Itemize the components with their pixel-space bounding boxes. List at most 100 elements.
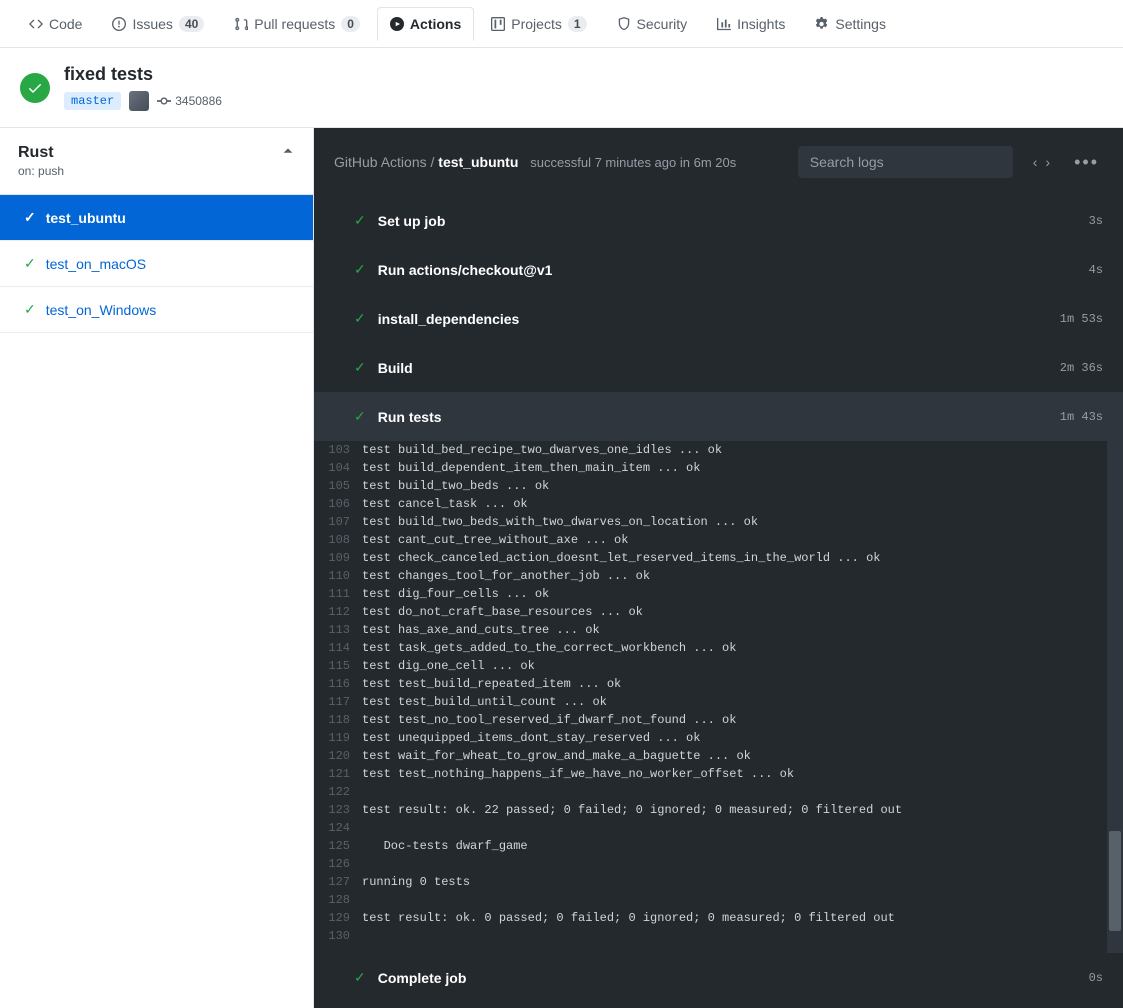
line-text — [362, 819, 1123, 837]
line-text: test result: ok. 22 passed; 0 failed; 0 … — [362, 801, 1123, 819]
play-icon — [390, 17, 404, 31]
tab-label: Issues — [132, 16, 172, 32]
workflow-name: Rust — [18, 144, 64, 162]
step-row[interactable]: ✓ Set up job 3s — [314, 196, 1123, 245]
line-text: test dig_four_cells ... ok — [362, 585, 1123, 603]
tab-label: Security — [637, 16, 688, 32]
line-number: 115 — [314, 657, 362, 675]
workflow-toggle[interactable]: Rust on: push — [0, 128, 313, 194]
check-icon: ✓ — [354, 212, 366, 229]
line-number: 109 — [314, 549, 362, 567]
step-duration: 4s — [1089, 263, 1103, 277]
tab-projects[interactable]: Projects 1 — [478, 7, 599, 40]
line-text — [362, 891, 1123, 909]
line-text: test has_axe_and_cuts_tree ... ok — [362, 621, 1123, 639]
log-line: 114test task_gets_added_to_the_correct_w… — [314, 639, 1123, 657]
chevron-right-icon[interactable]: › — [1045, 154, 1050, 170]
chevron-up-icon — [281, 144, 295, 158]
log-line: 109test check_canceled_action_doesnt_let… — [314, 549, 1123, 567]
step-row[interactable]: ✓ Run actions/checkout@v1 4s — [314, 245, 1123, 294]
line-number: 124 — [314, 819, 362, 837]
line-number: 127 — [314, 873, 362, 891]
line-text: test build_two_beds ... ok — [362, 477, 1123, 495]
tab-code[interactable]: Code — [16, 7, 95, 40]
log-status: successful 7 minutes ago in 6m 20s — [530, 155, 736, 170]
step-duration: 1m 53s — [1060, 312, 1103, 326]
check-icon: ✓ — [24, 209, 36, 226]
branch-label[interactable]: master — [64, 92, 121, 110]
line-text: test test_build_until_count ... ok — [362, 693, 1123, 711]
line-number: 125 — [314, 837, 362, 855]
log-line: 119test unequipped_items_dont_stay_reser… — [314, 729, 1123, 747]
log-job-name: test_ubuntu — [438, 154, 518, 170]
tab-insights[interactable]: Insights — [704, 7, 798, 40]
line-number: 128 — [314, 891, 362, 909]
check-icon: ✓ — [354, 310, 366, 327]
step-row[interactable]: ✓ install_dependencies 1m 53s — [314, 294, 1123, 343]
search-logs-input[interactable] — [798, 146, 1013, 178]
tab-security[interactable]: Security — [604, 7, 701, 40]
line-number: 129 — [314, 909, 362, 927]
step-name: Run actions/checkout@v1 — [378, 262, 1089, 278]
tab-label: Actions — [410, 16, 461, 32]
tab-label: Pull requests — [254, 16, 335, 32]
step-name: Build — [378, 360, 1060, 376]
main-layout: Rust on: push ✓ test_ubuntu ✓ test_on_ma… — [0, 128, 1123, 1008]
line-text: test cant_cut_tree_without_axe ... ok — [362, 531, 1123, 549]
line-number: 126 — [314, 855, 362, 873]
scrollbar[interactable] — [1107, 441, 1123, 953]
line-text: test result: ok. 0 passed; 0 failed; 0 i… — [362, 909, 1123, 927]
line-text: test cancel_task ... ok — [362, 495, 1123, 513]
log-line: 126 — [314, 855, 1123, 873]
line-number: 120 — [314, 747, 362, 765]
line-number: 116 — [314, 675, 362, 693]
job-test-macos[interactable]: ✓ test_on_macOS — [0, 241, 313, 287]
step-row[interactable]: ✓ Build 2m 36s — [314, 343, 1123, 392]
line-number: 119 — [314, 729, 362, 747]
line-text — [362, 855, 1123, 873]
line-text: test changes_tool_for_another_job ... ok — [362, 567, 1123, 585]
step-row[interactable]: ✓ Run tests 1m 43s — [314, 392, 1123, 441]
log-line: 116test test_build_repeated_item ... ok — [314, 675, 1123, 693]
log-output: 103test build_bed_recipe_two_dwarves_one… — [314, 441, 1123, 953]
log-line: 125 Doc-tests dwarf_game — [314, 837, 1123, 855]
commit-sha[interactable]: 3450886 — [157, 94, 222, 108]
job-name: test_on_Windows — [46, 302, 157, 318]
commit-icon — [157, 94, 171, 108]
avatar[interactable] — [129, 91, 149, 111]
check-icon: ✓ — [354, 408, 366, 425]
log-line: 107test build_two_beds_with_two_dwarves_… — [314, 513, 1123, 531]
check-icon: ✓ — [354, 969, 366, 986]
log-line: 122 — [314, 783, 1123, 801]
code-icon — [29, 17, 43, 31]
step-row[interactable]: ✓ Complete job 0s — [314, 953, 1123, 1002]
line-text: test build_bed_recipe_two_dwarves_one_id… — [362, 441, 1123, 459]
line-text: test task_gets_added_to_the_correct_work… — [362, 639, 1123, 657]
line-number: 117 — [314, 693, 362, 711]
tab-issues[interactable]: Issues 40 — [99, 7, 217, 40]
step-duration: 2m 36s — [1060, 361, 1103, 375]
log-line: 113test has_axe_and_cuts_tree ... ok — [314, 621, 1123, 639]
step-duration: 3s — [1089, 214, 1103, 228]
scrollbar-thumb[interactable] — [1109, 831, 1121, 931]
line-number: 122 — [314, 783, 362, 801]
chevron-left-icon[interactable]: ‹ — [1033, 154, 1038, 170]
line-text: test check_canceled_action_doesnt_let_re… — [362, 549, 1123, 567]
job-test-ubuntu[interactable]: ✓ test_ubuntu — [0, 195, 313, 241]
shield-icon — [617, 17, 631, 31]
job-name: test_ubuntu — [46, 210, 126, 226]
step-duration: 1m 43s — [1060, 410, 1103, 424]
tab-settings[interactable]: Settings — [802, 7, 899, 40]
line-text: running 0 tests — [362, 873, 1123, 891]
line-number: 108 — [314, 531, 362, 549]
line-number: 104 — [314, 459, 362, 477]
line-number: 106 — [314, 495, 362, 513]
log-line: 103test build_bed_recipe_two_dwarves_one… — [314, 441, 1123, 459]
kebab-menu[interactable]: ••• — [1070, 152, 1103, 173]
tab-actions[interactable]: Actions — [377, 7, 474, 41]
check-icon: ✓ — [24, 255, 36, 272]
steps-container: ✓ Set up job 3s ✓ Run actions/checkout@v… — [314, 196, 1123, 1002]
job-test-windows[interactable]: ✓ test_on_Windows — [0, 287, 313, 333]
log-line: 104test build_dependent_item_then_main_i… — [314, 459, 1123, 477]
tab-pull-requests[interactable]: Pull requests 0 — [221, 7, 373, 40]
